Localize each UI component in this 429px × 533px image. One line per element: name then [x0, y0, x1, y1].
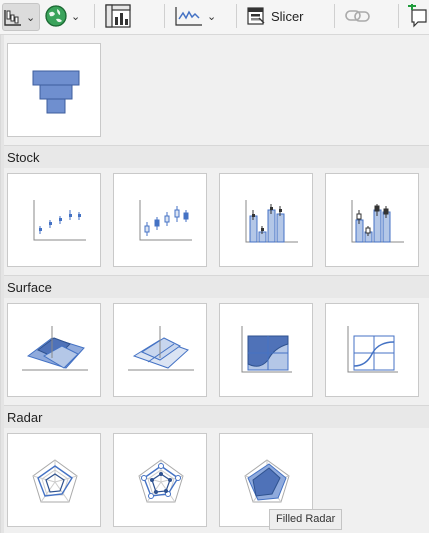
funnel-chart-icon	[32, 70, 80, 114]
wireframe-contour-chart-icon	[347, 326, 398, 373]
slicer-label: Slicer	[271, 8, 304, 24]
sparkline-button[interactable]: ⌄	[174, 3, 224, 29]
waterfall-chart-button[interactable]: ⌄	[2, 3, 40, 31]
stock-open-high-low-close-tile[interactable]	[113, 173, 207, 267]
sparkline-icon	[175, 7, 202, 26]
surface-3d-tile[interactable]	[7, 303, 101, 397]
slicer-icon	[247, 7, 265, 25]
tooltip: Filled Radar	[269, 509, 343, 530]
toolbar-divider	[236, 4, 237, 28]
waterfall-chart-icon	[4, 10, 21, 26]
left-edge-strip	[1, 35, 4, 533]
stock-volume-high-low-close-tile[interactable]	[219, 173, 313, 267]
section-header-surface: Surface	[1, 275, 429, 298]
contour-tile[interactable]	[219, 303, 313, 397]
wireframe-surface-3d-tile[interactable]	[113, 303, 207, 397]
section-header-radar: Radar	[1, 405, 429, 428]
new-comment-icon	[408, 4, 427, 28]
chevron-down-icon: ⌄	[207, 10, 217, 23]
toolbar-divider	[164, 4, 165, 28]
funnel-chart-tile[interactable]	[7, 43, 101, 137]
surface-3d-chart-icon	[22, 326, 88, 371]
link-button[interactable]	[344, 3, 376, 29]
slicer-button[interactable]: Slicer	[246, 3, 306, 29]
section-title: Radar	[7, 410, 43, 425]
new-comment-button[interactable]	[406, 3, 428, 29]
map-chart-icon	[45, 5, 67, 27]
pivot-chart-icon	[105, 4, 131, 28]
wireframe-surface-3d-chart-icon	[128, 326, 194, 371]
radar-tile[interactable]	[7, 433, 101, 527]
toolbar-divider	[398, 4, 399, 28]
section-title: Surface	[7, 280, 52, 295]
ribbon-toolbar: ⌄ ⌄ ⌄ Slicer	[0, 0, 429, 35]
contour-chart-icon	[241, 326, 292, 373]
radar-with-markers-tile[interactable]	[113, 433, 207, 527]
pivot-chart-button[interactable]	[104, 3, 134, 29]
radar-chart-icon	[32, 459, 78, 503]
chevron-down-icon: ⌄	[71, 10, 81, 23]
section-title: Stock	[7, 150, 40, 165]
link-icon	[345, 10, 370, 22]
stock-vhlc-chart-icon	[245, 200, 298, 243]
stock-volume-open-high-low-close-tile[interactable]	[325, 173, 419, 267]
stock-ohlc-chart-icon	[139, 200, 192, 241]
radar-markers-chart-icon	[138, 459, 184, 503]
section-header-stock: Stock	[1, 145, 429, 168]
chart-type-gallery: Stock Surface Radar	[0, 35, 429, 533]
stock-hlc-chart-icon	[33, 200, 86, 241]
chevron-down-icon: ⌄	[26, 11, 36, 24]
stock-vohlc-chart-icon	[351, 200, 404, 243]
wireframe-contour-tile[interactable]	[325, 303, 419, 397]
map-chart-button[interactable]: ⌄	[44, 3, 88, 29]
stock-high-low-close-tile[interactable]	[7, 173, 101, 267]
toolbar-divider	[334, 4, 335, 28]
toolbar-divider	[94, 4, 95, 28]
